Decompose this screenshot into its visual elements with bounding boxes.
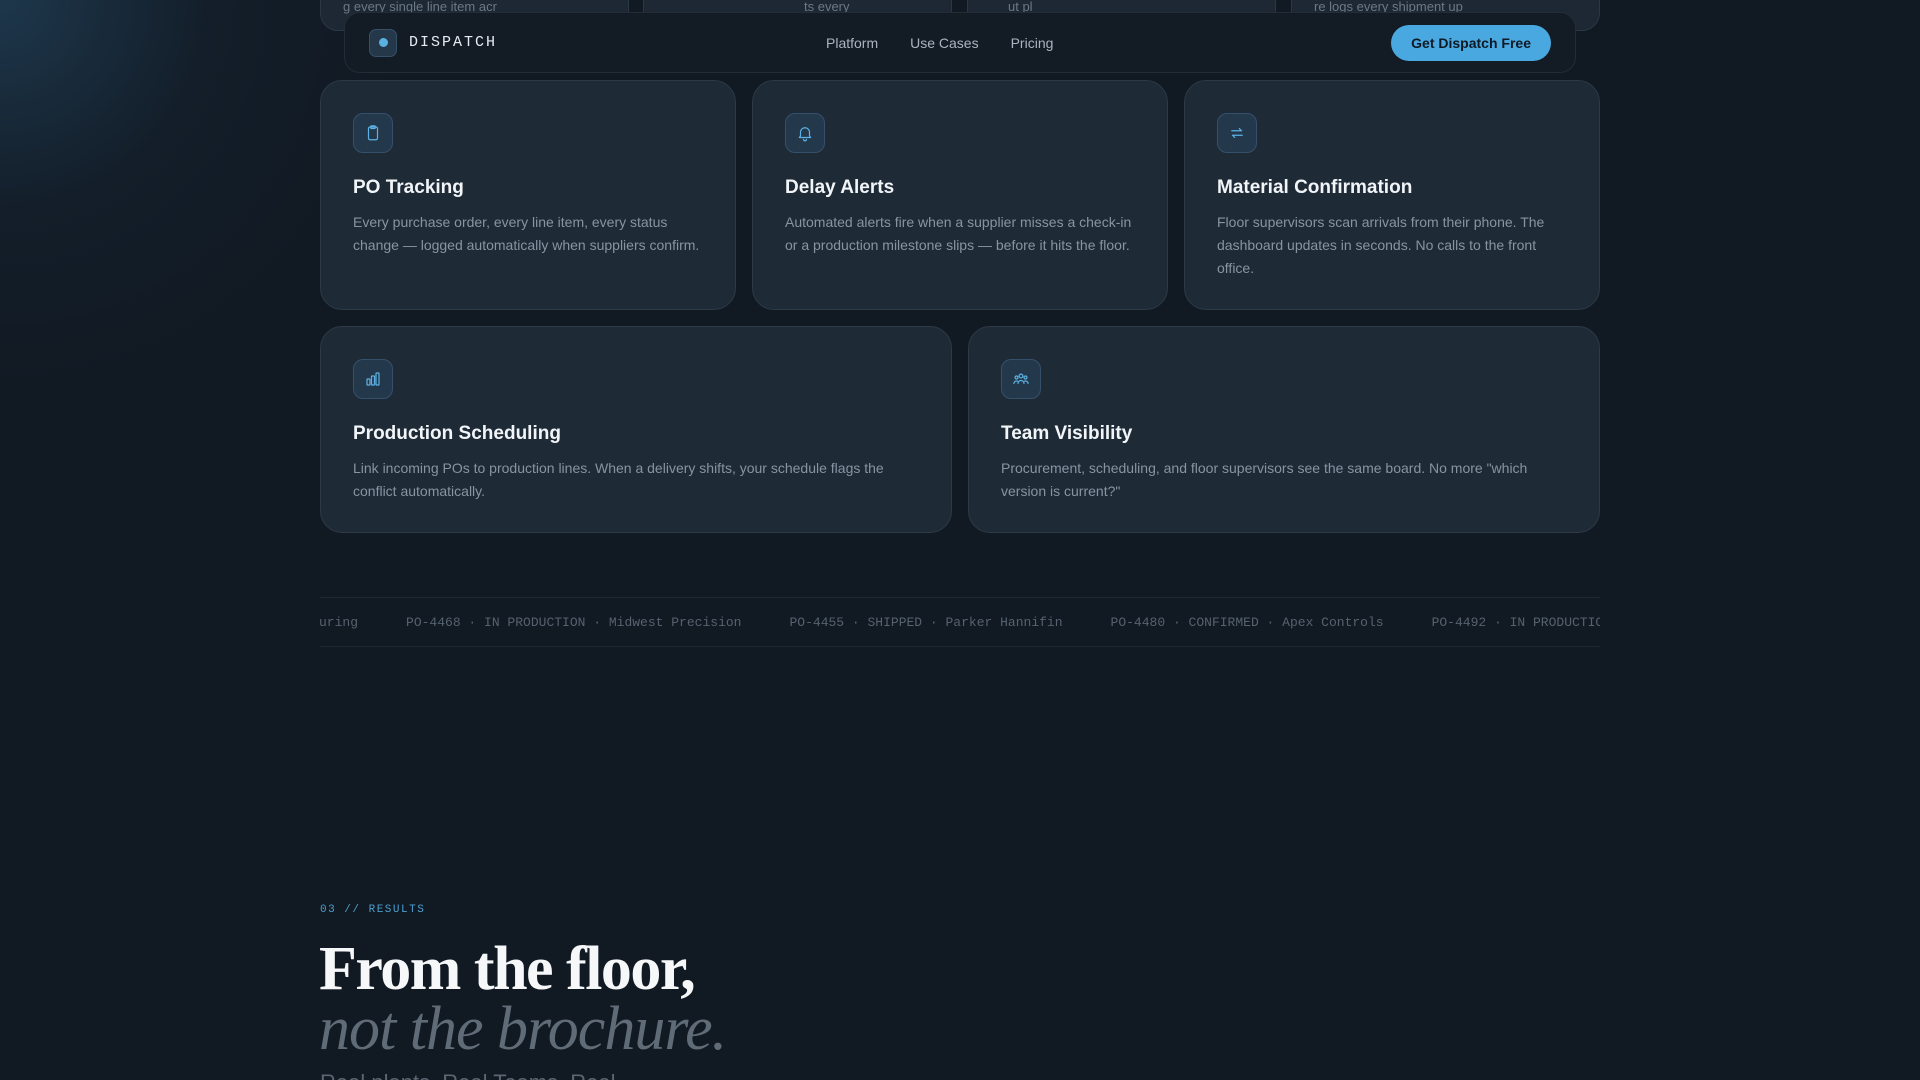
card-title: PO Tracking	[353, 177, 464, 198]
ticker-track: ufacturing PO-4468 · IN PRODUCTION · Mid…	[320, 598, 1600, 646]
nav-link-use-cases[interactable]: Use Cases	[910, 35, 978, 51]
top-navbar: DISPATCH Platform Use Cases Pricing Get …	[344, 12, 1576, 73]
logo-dot	[378, 38, 388, 47]
feature-card-team-visibility: Team Visibility Procurement, scheduling,…	[968, 326, 1600, 533]
arrows-swap-icon	[1217, 113, 1257, 153]
card-description: Every purchase order, every line item, e…	[353, 214, 700, 253]
brand-name[interactable]: DISPATCH	[409, 34, 497, 51]
section-subline: Real plants. Real Teams. Real	[320, 1070, 616, 1080]
clipboard-icon	[353, 113, 393, 153]
po-status-ticker: ufacturing PO-4468 · IN PRODUCTION · Mid…	[320, 597, 1600, 647]
card-title: Team Visibility	[1001, 423, 1133, 444]
nav-link-pricing[interactable]: Pricing	[1011, 35, 1054, 51]
card-description: Link incoming POs to production lines. W…	[353, 460, 884, 499]
bar-chart-icon	[353, 359, 393, 399]
nav-links: Platform Use Cases Pricing	[826, 13, 1053, 72]
nav-link-platform[interactable]: Platform	[826, 35, 878, 51]
get-dispatch-free-button[interactable]: Get Dispatch Free	[1391, 25, 1551, 61]
feature-card-production-scheduling: Production Scheduling Link incoming POs …	[320, 326, 952, 533]
feature-card-delay-alerts: Delay Alerts Automated alerts fire when …	[752, 80, 1168, 310]
card-description: Procurement, scheduling, and floor super…	[1001, 460, 1528, 499]
card-title: Material Confirmation	[1217, 177, 1413, 198]
ticker-item: PO-4468 · IN PRODUCTION · Midwest Precis…	[406, 614, 742, 630]
card-description: Automated alerts fire when a supplier mi…	[785, 214, 1132, 253]
bell-icon	[785, 113, 825, 153]
card-title: Production Scheduling	[353, 423, 561, 444]
ticker-item: PO-4455 · SHIPPED · Parker Hannifin	[789, 614, 1063, 630]
section-headline-italic: not the brochure.	[319, 995, 727, 1063]
feature-card-material-confirmation: Material Confirmation Floor supervisors …	[1184, 80, 1600, 310]
card-description: Floor supervisors scan arrivals from the…	[1217, 214, 1545, 276]
ticker-item: ufacturing	[320, 614, 359, 630]
ticker-item: PO-4492 · IN PRODUCTION · De	[1431, 614, 1600, 630]
logo-icon[interactable]	[369, 28, 397, 57]
feature-card-po-tracking: PO Tracking Every purchase order, every …	[320, 80, 736, 310]
team-icon	[1001, 359, 1041, 399]
card-title: Delay Alerts	[785, 177, 895, 198]
ticker-item: PO-4480 · CONFIRMED · Apex Controls	[1110, 614, 1384, 630]
section-eyebrow: 03 // RESULTS	[320, 904, 426, 916]
